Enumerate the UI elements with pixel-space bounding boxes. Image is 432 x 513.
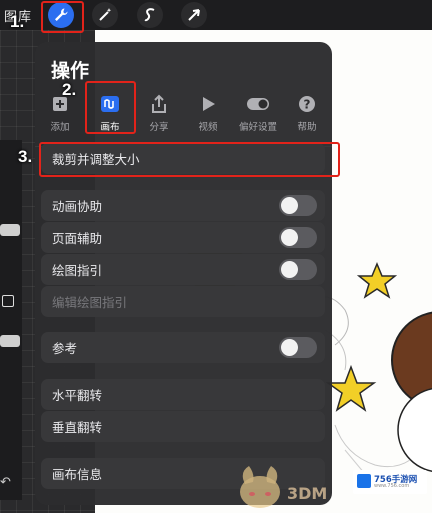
undo-icon[interactable]: ↶ [0,475,11,490]
star-drawing [356,262,398,299]
reference-toggle[interactable] [279,337,317,358]
help-question-icon: ? [299,96,315,112]
left-sidebar: ↶ [0,140,22,500]
row-label: 编辑绘图指引 [52,295,128,310]
share-icon [152,94,166,113]
3dm-mascot-watermark [240,466,280,508]
animation-assist-row: 动画协助 [41,190,325,221]
modify-button[interactable] [2,295,14,307]
flip-horizontal-row[interactable]: 水平翻转 [41,379,325,410]
tab-preferences[interactable]: 偏好设置 [233,92,283,138]
tab-label: 偏好设置 [238,122,277,133]
flip-vertical-row[interactable]: 垂直翻转 [41,411,325,442]
brush-size-slider[interactable] [0,224,20,236]
edit-drawing-guide-row: 编辑绘图指引 [41,286,325,317]
tab-label: 分享 [149,122,169,133]
preferences-toggle-icon [247,98,269,110]
video-play-icon [203,97,215,111]
row-label: 绘图指引 [52,263,103,278]
row-label: 垂直翻转 [52,420,103,435]
transform-arrow-icon [188,9,200,21]
step2-highlight-box [85,81,136,134]
selection-button[interactable] [137,2,163,28]
panel-title: 操作 [51,60,90,82]
tab-label: 帮助 [297,122,317,133]
selection-s-icon [144,8,155,22]
transform-button[interactable] [181,2,207,28]
opacity-slider[interactable] [0,335,20,347]
page-assist-toggle[interactable] [279,227,317,248]
logo-mark-icon [357,474,371,488]
tab-video[interactable]: 视频 [183,92,233,138]
drawing-guide-toggle[interactable] [279,259,317,280]
tab-add[interactable]: 添加 [35,92,85,138]
animation-assist-toggle[interactable] [279,195,317,216]
reference-row: 参考 [41,332,325,363]
svg-text:?: ? [304,98,311,112]
step3-label: 3. [18,147,33,166]
step1-highlight-box [41,1,84,33]
step2-label: 2. [62,80,77,99]
756-site-logo: 756手游网 www.756.com [353,470,427,494]
row-label: 水平翻转 [52,388,103,403]
logo-url: www.756.com [374,483,410,489]
toggle-knob [281,229,298,246]
row-label: 页面辅助 [52,231,103,246]
toggle-knob [281,339,298,356]
toggle-knob [281,197,298,214]
row-label: 参考 [52,341,78,356]
3dm-watermark-text: 3DM [287,484,328,503]
drawing-guide-row: 绘图指引 [41,254,325,285]
tab-help[interactable]: ? 帮助 [282,92,332,138]
star-drawing [325,364,377,412]
adjustments-button[interactable] [92,2,118,28]
row-label: 画布信息 [52,467,103,482]
tab-label: 视频 [198,122,218,133]
tab-label: 添加 [50,122,70,133]
magic-wand-icon [99,8,112,21]
page-assist-row: 页面辅助 [41,222,325,253]
actions-tabs: 添加 画布 分享 视频 偏好设置 ? 帮助 [35,92,332,138]
toggle-knob [281,261,298,278]
step1-label: 1. [10,12,25,31]
actions-panel: 操作 添加 画布 分享 视频 偏好设置 ? 帮助 裁剪并调整大小 动画协助 页面… [35,42,332,505]
row-label: 动画协助 [52,199,103,214]
step3-highlight-box [39,142,340,177]
tab-share[interactable]: 分享 [134,92,184,138]
